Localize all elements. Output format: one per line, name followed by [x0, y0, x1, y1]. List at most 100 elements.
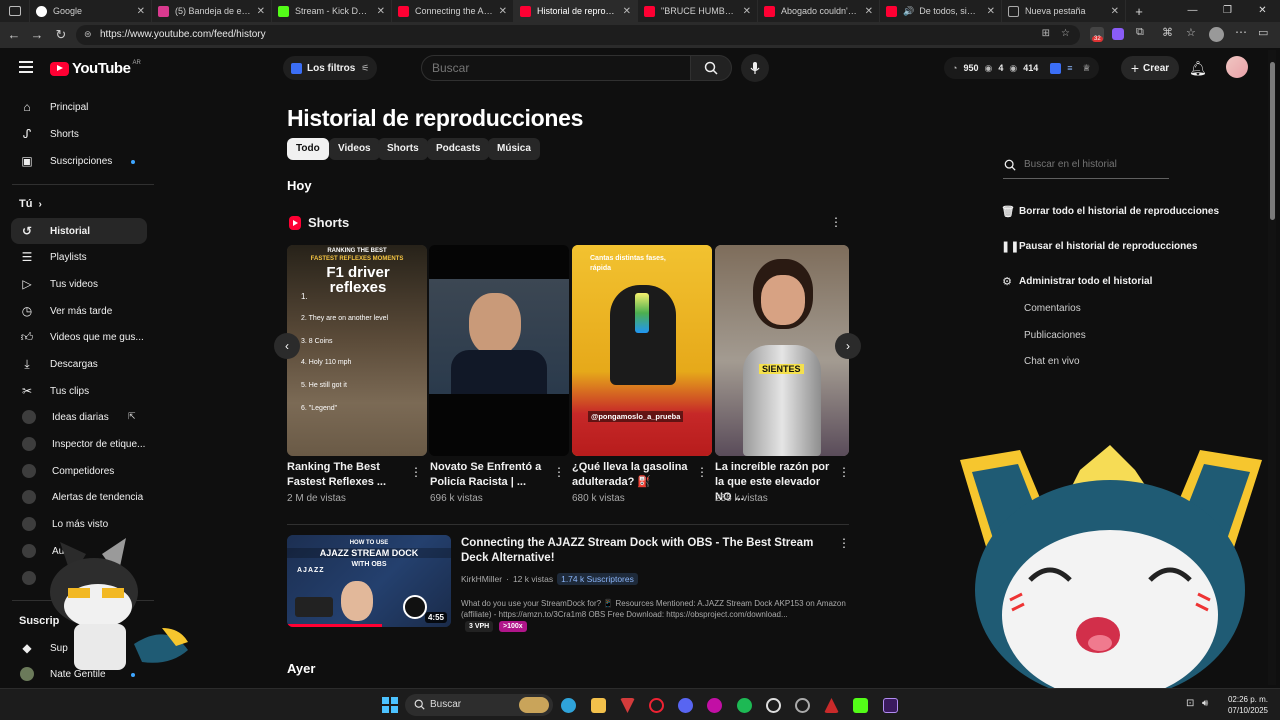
close-icon[interactable]: ✕ [137, 6, 145, 17]
short-more-icon[interactable]: ⋮ [410, 466, 422, 478]
short-thumbnail[interactable]: Cantas distintas fases, rápida @pongamos… [572, 245, 712, 456]
volume-icon[interactable]: 🔊︎ [1202, 698, 1208, 709]
favorites-icon[interactable]: ☆ [1186, 26, 1196, 39]
sidebar-item-tag-inspector[interactable]: Inspector de etique... [11, 431, 147, 457]
app-install-icon[interactable]: ⊞ [1042, 28, 1050, 39]
sidebar-item-competitors[interactable]: Competidores [11, 458, 147, 484]
sidebar-item-ideas[interactable]: Ideas diarias ⇱ [11, 404, 147, 430]
short-more-icon[interactable]: ⋮ [696, 466, 708, 478]
app-icon[interactable] [707, 698, 722, 713]
video-more-icon[interactable]: ⋮ [838, 537, 850, 549]
filters-button[interactable]: Los filtros ⚟ [283, 56, 378, 80]
account-avatar[interactable] [1226, 56, 1248, 78]
short-thumbnail[interactable]: SIENTES [715, 245, 849, 456]
opera-icon[interactable] [649, 698, 664, 713]
hamburger-menu-icon[interactable] [19, 61, 33, 73]
video-thumbnail[interactable]: HOW TO USE AJAZZ STREAM DOCK WITH OBS AJ… [287, 535, 451, 627]
chip-podcasts[interactable]: Podcasts [427, 138, 490, 160]
manage-history-button[interactable]: ⚙ Administrar todo el historial [1001, 275, 1152, 288]
back-button[interactable]: ← [6, 27, 22, 43]
video-title[interactable]: Connecting the AJAZZ Stream Dock with OB… [461, 536, 831, 566]
chip-videos[interactable]: Videos [329, 138, 380, 160]
list-icon[interactable]: ≡ [1067, 63, 1072, 73]
tab-actions-button[interactable] [0, 0, 30, 22]
chip-shorts[interactable]: Shorts [378, 138, 428, 160]
history-live-chat-link[interactable]: Chat en vivo [1024, 356, 1080, 367]
pause-history-button[interactable]: ❚❚ Pausar el historial de reproducciones [1001, 240, 1197, 253]
close-icon[interactable]: ✕ [743, 6, 751, 17]
network-icon[interactable]: ⊡ [1186, 698, 1194, 709]
close-icon[interactable]: ✕ [257, 6, 265, 17]
tab-google[interactable]: Google ✕ [30, 0, 152, 22]
sidebar-item-history[interactable]: ↺ Historial [11, 218, 147, 244]
maximize-button[interactable]: ❐ [1210, 0, 1245, 22]
search-input[interactable] [432, 61, 672, 75]
page-scrollbar-thumb[interactable] [1270, 62, 1275, 220]
system-clock[interactable]: 02:26 p. m. 07/10/2025 [1222, 694, 1268, 716]
notifications-bell-icon[interactable]: 🔔︎ [1189, 60, 1207, 76]
tab-history[interactable]: Historial de reproducción✕ [514, 0, 638, 22]
history-posts-link[interactable]: Publicaciones [1024, 330, 1086, 341]
trophy-icon[interactable]: ♕ [1083, 63, 1091, 74]
sidebar-item-playlists[interactable]: ☰ Playlists [11, 244, 147, 270]
tab-kick-dashboard[interactable]: Stream - Kick Dashboard✕ [272, 0, 392, 22]
search-button[interactable] [690, 55, 732, 81]
extension-icon[interactable] [1112, 28, 1124, 40]
history-comments-link[interactable]: Comentarios [1024, 303, 1081, 314]
vidiq-icon[interactable] [1050, 62, 1062, 74]
youtube-logo[interactable]: YouTube AR [50, 60, 141, 77]
speaker-icon[interactable]: 🔊 [903, 6, 914, 17]
tab-connecting-ajazz[interactable]: Connecting the AJAZZ✕ [392, 0, 514, 22]
short-title[interactable]: Novato Se Enfrentó a Policía Racista | .… [430, 460, 548, 490]
short-more-icon[interactable]: ⋮ [838, 466, 850, 478]
sidebar-item-liked[interactable]: 👍︎ Videos que me gus... [11, 324, 147, 350]
discord-icon[interactable] [678, 698, 693, 713]
voice-search-button[interactable] [741, 54, 769, 82]
shelf-more-icon[interactable]: ⋮ [830, 216, 842, 228]
sidebar-item-subscriptions[interactable]: ▣ Suscripciones [11, 148, 147, 174]
close-icon[interactable]: ✕ [1111, 6, 1119, 17]
history-search-input[interactable] [1024, 159, 1164, 170]
kick-icon[interactable] [853, 698, 868, 713]
sidebar-item-trend-alerts[interactable]: Alertas de tendencia [11, 484, 147, 510]
sidebar-item-your-videos[interactable]: ▷ Tus videos [11, 271, 147, 297]
valorant-icon[interactable] [620, 698, 635, 713]
short-title[interactable]: ¿Qué lleva la gasolina adulterada? ⛽ [572, 460, 690, 490]
reload-button[interactable]: ↻ [53, 27, 69, 43]
forward-button[interactable]: → [29, 27, 45, 43]
spotify-icon[interactable] [737, 698, 752, 713]
sidebar-item-downloads[interactable]: ⤓ Descargas [11, 351, 147, 377]
site-info-icon[interactable]: ⊜ [84, 29, 92, 40]
favorite-star-icon[interactable]: ☆ [1061, 28, 1070, 39]
extensions-puzzle-icon[interactable]: ⧉ [1136, 26, 1144, 39]
carousel-prev-button[interactable]: ‹ [274, 333, 300, 359]
create-button[interactable]: + Crear [1121, 56, 1179, 80]
short-thumbnail[interactable]: RANKING THE BEST FASTEST REFLEXES MOMENT… [287, 245, 427, 456]
tab-inbox[interactable]: (5) Bandeja de entrada✕ [152, 0, 272, 22]
tab-bruce[interactable]: "BRUCE HUMBLED THE✕ [638, 0, 758, 22]
clear-history-button[interactable]: 🗑︎ Borrar todo el historial de reproducci… [1001, 205, 1219, 218]
close-icon[interactable]: ✕ [987, 6, 995, 17]
url-text[interactable]: https://www.youtube.com/feed/history [100, 29, 266, 40]
premiere-icon[interactable] [883, 698, 898, 713]
channel-name[interactable]: KirkHMiller [461, 574, 502, 584]
new-tab-button[interactable]: + [1126, 4, 1152, 19]
close-window-button[interactable]: ✕ [1245, 0, 1280, 22]
you-section-heading[interactable]: Tú › [19, 198, 42, 210]
tab-abogado[interactable]: Abogado couldn't help✕ [758, 0, 880, 22]
steam-icon[interactable] [795, 698, 810, 713]
sidebar-item-home[interactable]: ⌂ Principal [11, 94, 147, 120]
minimize-button[interactable]: — [1175, 0, 1210, 22]
channel-stats-widget[interactable]: ◔ 950 ◉ 4 ◉ 414 ≡ ♕ [944, 57, 1099, 79]
short-title[interactable]: Ranking The Best Fastest Reflexes ... [287, 460, 405, 490]
chip-music[interactable]: Música [488, 138, 540, 160]
short-thumbnail[interactable] [429, 245, 569, 456]
obs-icon[interactable] [766, 698, 781, 713]
split-screen-icon[interactable]: ⌘ [1162, 26, 1173, 39]
app-icon[interactable] [824, 698, 839, 713]
profile-avatar[interactable] [1209, 27, 1224, 42]
tab-de-todos[interactable]: 🔊De todos, sin duda✕ [880, 0, 1002, 22]
more-menu-icon[interactable]: ⋯ [1235, 25, 1247, 39]
file-explorer-icon[interactable] [591, 698, 606, 713]
close-icon[interactable]: ✕ [623, 6, 631, 17]
